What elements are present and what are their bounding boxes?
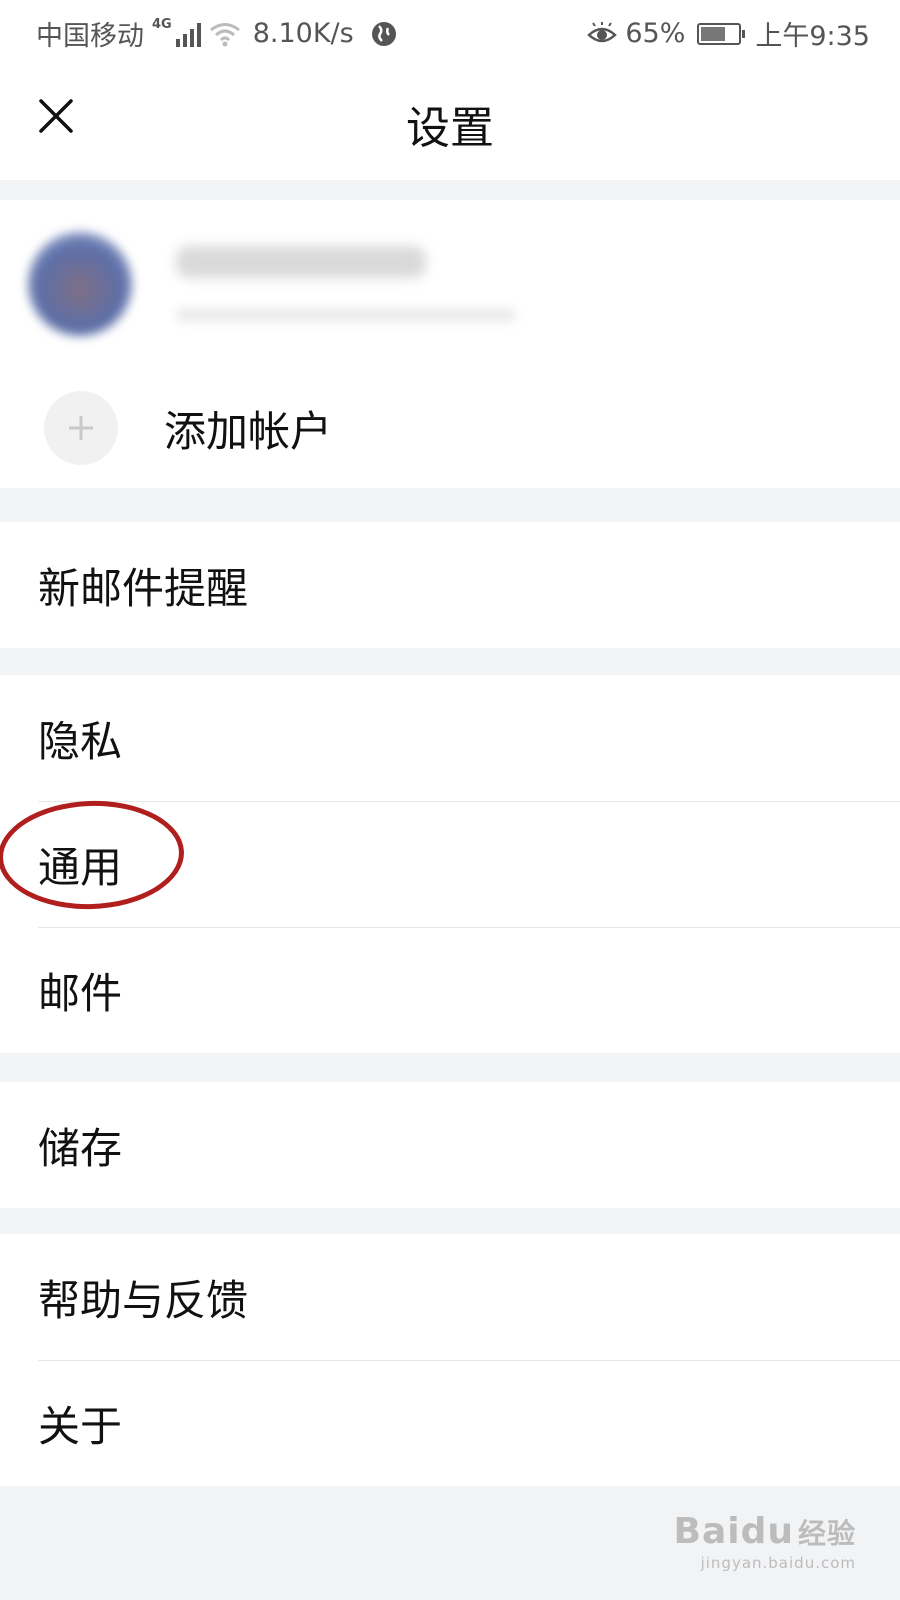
battery-icon (697, 22, 746, 45)
network-type: 4G (152, 17, 172, 32)
watermark-domain: jingyan.baidu.com (700, 1554, 856, 1572)
add-account-button[interactable]: 添加帐户 (0, 368, 900, 488)
page-title: 设置 (406, 103, 494, 154)
account-email-blurred (176, 308, 516, 322)
settings-item-storage[interactable]: 储存 (0, 1082, 900, 1208)
status-right: 65% 上午9:35 (587, 14, 870, 53)
watermark-brand: Baidu 经验 (674, 1511, 857, 1552)
watermark-brand-cn: 经验 (797, 1517, 856, 1550)
status-bar: 中国移动 4G 8.10K/s 65% 上午9:35 (0, 0, 900, 62)
eye-protection-icon (587, 21, 618, 42)
account-name-blurred (176, 246, 426, 278)
settings-item-label: 储存 (38, 1123, 123, 1173)
status-left: 中国移动 4G 8.10K/s (36, 14, 398, 53)
signal-icon (175, 21, 201, 47)
notification-section: 新邮件提醒 (0, 522, 900, 648)
settings-item-label: 邮件 (38, 968, 123, 1018)
battery-percent: 65% (625, 18, 686, 49)
settings-item-label: 关于 (38, 1401, 123, 1451)
help-section: 帮助与反馈 关于 (0, 1234, 900, 1486)
net-speed: 8.10K/s (252, 18, 354, 49)
settings-item-help[interactable]: 帮助与反馈 (0, 1234, 900, 1360)
nav-bar: 设置 (0, 62, 900, 180)
battery-fill (701, 26, 726, 41)
avatar (28, 232, 132, 336)
plus-icon (44, 391, 118, 465)
settings-item-label: 新邮件提醒 (38, 563, 249, 613)
settings-item-label: 隐私 (38, 716, 123, 766)
account-info-blurred (176, 246, 516, 322)
clock: 上午9:35 (755, 21, 870, 52)
vpn-globe-icon (371, 21, 396, 46)
settings-item-notifications[interactable]: 新邮件提醒 (0, 522, 900, 648)
add-account-label: 添加帐户 (164, 406, 333, 456)
watermark-brand-text: Baidu (673, 1511, 794, 1552)
settings-item-mail[interactable]: 邮件 (0, 927, 900, 1053)
settings-item-label: 帮助与反馈 (38, 1275, 249, 1325)
watermark: Baidu 经验 jingyan.baidu.com (674, 1511, 857, 1572)
settings-item-privacy[interactable]: 隐私 (0, 675, 900, 801)
wifi-icon (209, 22, 240, 46)
current-account[interactable] (0, 200, 900, 368)
settings-item-about[interactable]: 关于 (0, 1360, 900, 1486)
storage-section: 储存 (0, 1082, 900, 1208)
account-section: 添加帐户 (0, 200, 900, 488)
carrier-label: 中国移动 (36, 21, 144, 52)
